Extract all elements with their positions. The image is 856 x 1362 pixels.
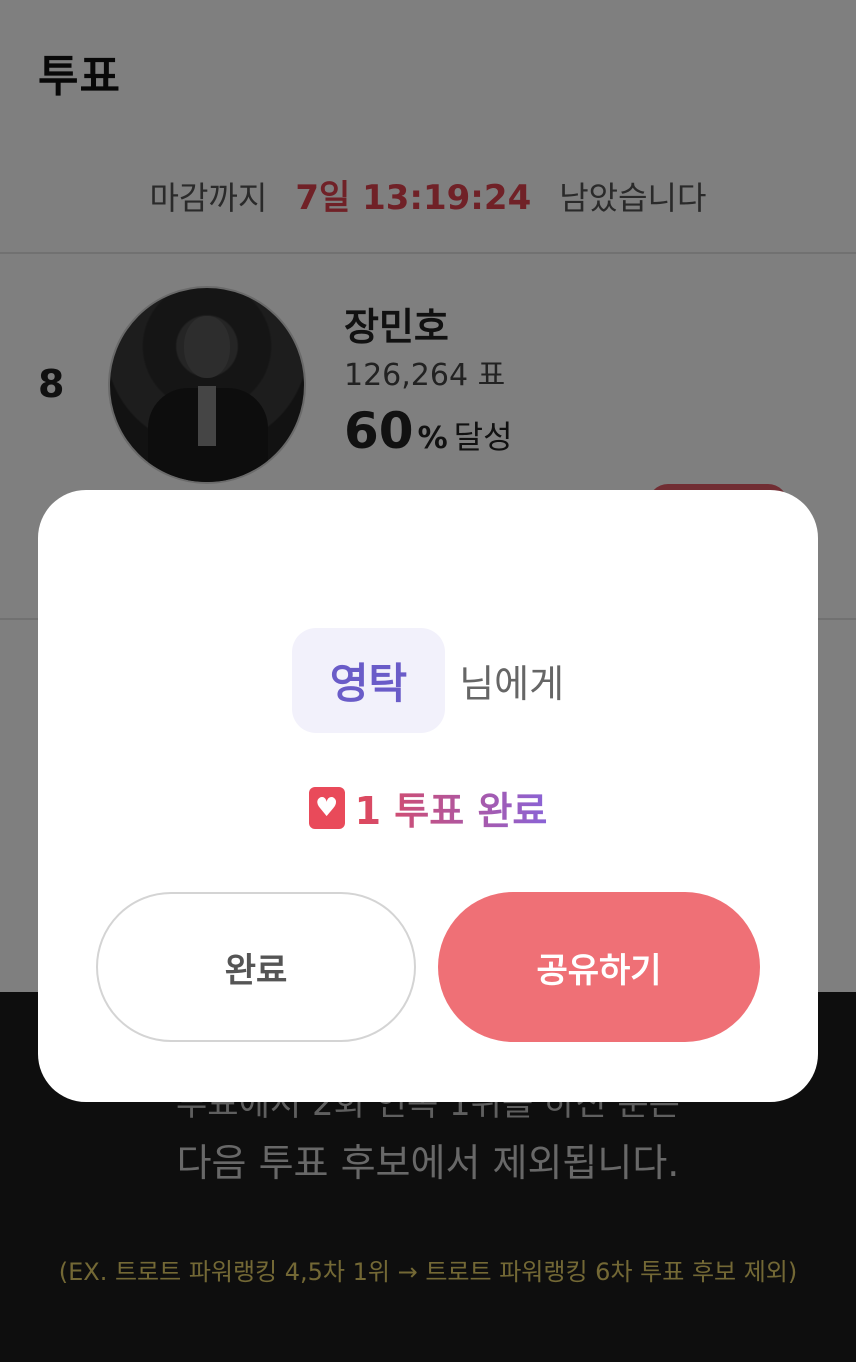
- vote-done-row: ♥ 1 투표 완료: [38, 780, 818, 835]
- heart-icon: ♥: [308, 786, 345, 829]
- recipient-row: 영탁 님에게: [38, 628, 818, 733]
- recipient-suffix: 님에게: [459, 662, 565, 706]
- recipient-chip: 영탁: [291, 628, 446, 733]
- vote-done-text: 1 투표 완료: [354, 789, 548, 833]
- share-button[interactable]: 공유하기: [438, 892, 760, 1042]
- complete-button[interactable]: 완료: [96, 892, 416, 1042]
- vote-complete-dialog: 영탁 님에게 ♥ 1 투표 완료 완료 공유하기: [38, 490, 818, 1102]
